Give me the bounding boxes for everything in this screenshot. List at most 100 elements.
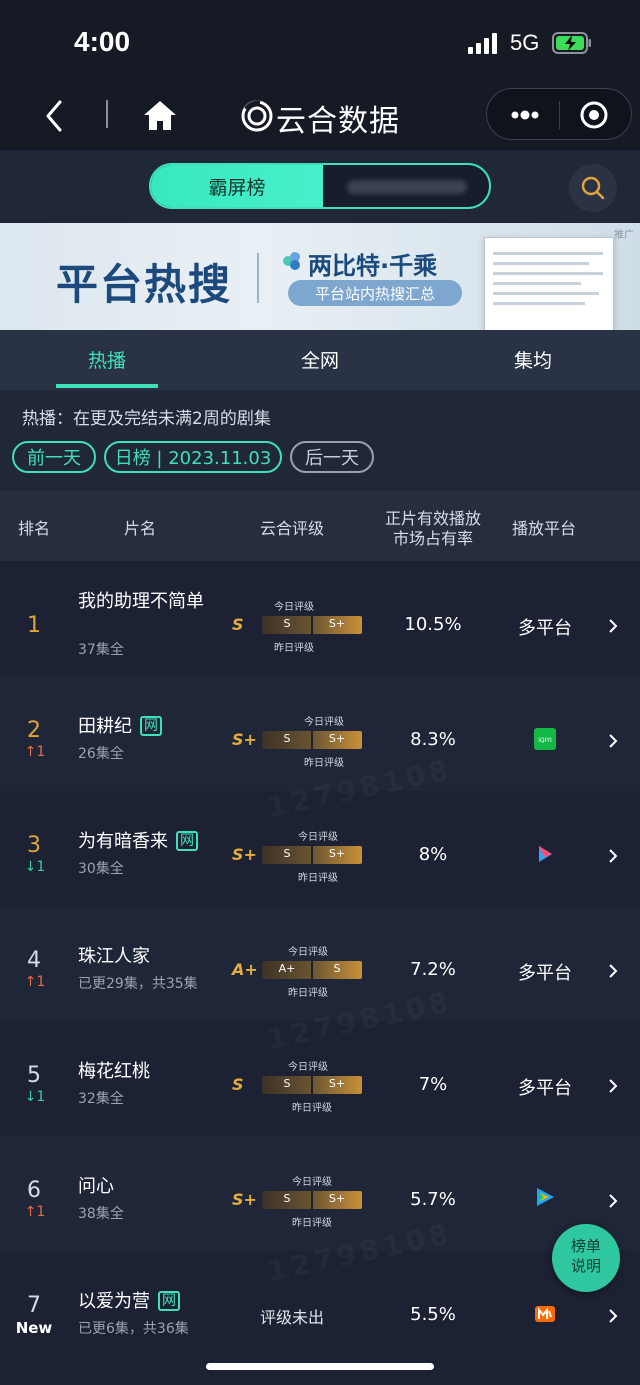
network-type: 5G — [510, 30, 540, 55]
show-title: 问心 — [78, 1176, 114, 1197]
gauge-right-grade: S+ — [328, 617, 346, 630]
platform-label: 多平台 — [518, 618, 572, 639]
chevron-right-icon — [609, 849, 618, 863]
date-picker-button[interactable]: 日榜 | 2023.11.03 — [104, 441, 282, 473]
today-rating-label: 今日评级 — [288, 947, 328, 958]
rank-change-down: ↓1 — [24, 1089, 46, 1105]
status-bar: 4:00 5G — [0, 0, 640, 86]
market-share: 7.2% — [410, 959, 456, 980]
show-title: 以爱为营网 — [78, 1291, 180, 1313]
yesterday-rating-label: 昨日评级 — [292, 1218, 332, 1229]
active-tab-indicator — [56, 384, 158, 388]
tab-episode-average[interactable]: 集均 — [473, 346, 593, 373]
header-share-line2: 市场占有率 — [392, 529, 473, 548]
today-rating-label: 今日评级 — [292, 1177, 332, 1188]
rank-number: 1 — [27, 613, 41, 638]
home-icon[interactable] — [140, 96, 180, 136]
market-share: 8% — [418, 844, 448, 865]
platform-label: 多平台 — [518, 963, 572, 984]
rank-number: 6 — [27, 1178, 41, 1203]
show-title: 为有暗香来网 — [78, 831, 198, 853]
toggle-option-blurred[interactable] — [347, 180, 467, 194]
gauge-left-grade: S — [283, 617, 291, 630]
chevron-right-icon — [609, 964, 618, 978]
platform-label: 多平台 — [518, 1078, 572, 1099]
banner-brand: 两比特·千乘 — [308, 252, 438, 280]
market-share: 5.7% — [410, 1189, 456, 1210]
search-button[interactable] — [569, 164, 617, 212]
chevron-right-icon — [609, 734, 618, 748]
today-rating-label: 今日评级 — [274, 602, 314, 613]
rank-change-down: ↓1 — [24, 859, 46, 875]
brand-logo-icon — [283, 252, 300, 270]
market-share: 5.5% — [410, 1304, 456, 1325]
rank-change-up: ↑1 — [24, 1204, 46, 1220]
yunhe-logo-icon — [241, 100, 273, 132]
today-rating-label: 今日评级 — [304, 717, 344, 728]
category-tabs: 热播 全网 集均 — [0, 330, 640, 390]
episode-info: 已更6集，共36集 — [78, 1321, 189, 1337]
close-miniapp-icon[interactable] — [579, 100, 609, 130]
today-rating-label: 今日评级 — [288, 1062, 328, 1073]
header-name: 片名 — [123, 519, 156, 538]
chevron-right-icon — [609, 1309, 618, 1323]
home-indicator — [206, 1363, 434, 1370]
table-row[interactable]: 2 ↑1 田耕纪网 26集全 S+ 今日评级 S S+ 昨日评级 8.3% iQI… — [0, 676, 640, 791]
banner-divider — [257, 253, 259, 303]
rank-number: 7 — [27, 1293, 41, 1318]
header-divider — [106, 100, 108, 128]
toggle-option-active[interactable]: 霸屏榜 — [151, 165, 323, 207]
rank-number: 2 — [27, 718, 41, 743]
episode-info: 32集全 — [78, 1091, 124, 1107]
yesterday-rating-label: 昨日评级 — [288, 988, 328, 999]
ranking-explanation-button[interactable]: 榜单 说明 — [552, 1224, 620, 1292]
rating-gauge: S S+ — [262, 1191, 362, 1209]
back-arrow-icon[interactable] — [40, 96, 70, 136]
table-header: 排名 片名 云合评级 正片有效播放 市场占有率 播放平台 — [0, 491, 640, 561]
table-row[interactable]: 6 ↑1 问心 38集全 S+ 今日评级 S S+ 昨日评级 5.7% — [0, 1136, 640, 1251]
web-drama-badge: 网 — [176, 831, 198, 851]
rating-gauge: S S+ — [262, 846, 362, 864]
rating-gauge: S S+ — [262, 731, 362, 749]
header-platform: 播放平台 — [511, 519, 576, 538]
market-share: 8.3% — [410, 729, 456, 750]
rating-gauge: S S+ — [262, 1076, 362, 1094]
tab-hot[interactable]: 热播 — [47, 346, 167, 373]
rating-pending: 评级未出 — [260, 1308, 325, 1327]
episode-info: 38集全 — [78, 1206, 124, 1222]
rank-number: 3 — [27, 833, 41, 858]
promo-banner[interactable]: 平台热搜 两比特·千乘 平台站内热搜汇总 推广 — [0, 223, 640, 330]
prev-day-button[interactable]: 前一天 — [12, 441, 96, 473]
battery-icon — [552, 32, 591, 54]
rating-grade: S+ — [232, 845, 257, 864]
rank-change-up: ↑1 — [24, 744, 46, 760]
rank-change-up: ↑1 — [24, 974, 46, 990]
today-rating-label: 今日评级 — [298, 832, 338, 843]
next-day-button[interactable]: 后一天 — [290, 441, 374, 473]
show-title: 梅花红桃 — [78, 1061, 150, 1082]
web-drama-badge: 网 — [140, 716, 162, 736]
rating-grade: S — [232, 615, 244, 634]
signal-icon — [468, 32, 498, 54]
rank-number: 4 — [27, 948, 41, 973]
show-title: 田耕纪网 — [78, 716, 162, 738]
svg-text:iQIYI: iQIYI — [538, 737, 552, 744]
chevron-right-icon — [609, 1079, 618, 1093]
mgtv-icon — [535, 1306, 555, 1322]
market-share: 10.5% — [404, 614, 462, 635]
table-row[interactable]: 1 我的助理不简单 37集全 S 今日评级 S S+ 昨日评级 10.5% 多平… — [0, 561, 640, 676]
episode-info: 30集全 — [78, 861, 124, 877]
table-row[interactable]: 4 ↑1 珠江人家 已更29集，共35集 A+ 今日评级 A+ S 昨日评级 7.… — [0, 906, 640, 1021]
more-icon[interactable] — [507, 101, 543, 129]
list-description: 热播：在更及完结未满2周的剧集 — [22, 409, 271, 429]
tab-all-web[interactable]: 全网 — [260, 346, 380, 373]
chevron-right-icon — [609, 1194, 618, 1208]
search-icon — [581, 176, 605, 200]
yesterday-rating-label: 昨日评级 — [274, 643, 314, 654]
show-title: 珠江人家 — [78, 946, 150, 967]
rating-gauge: A+ S — [262, 961, 362, 979]
list-toggle-bar: 霸屏榜 — [0, 150, 640, 223]
show-title: 我的助理不简单 — [78, 591, 204, 612]
rating-gauge: S S+ — [262, 616, 362, 634]
yesterday-rating-label: 昨日评级 — [298, 873, 338, 884]
